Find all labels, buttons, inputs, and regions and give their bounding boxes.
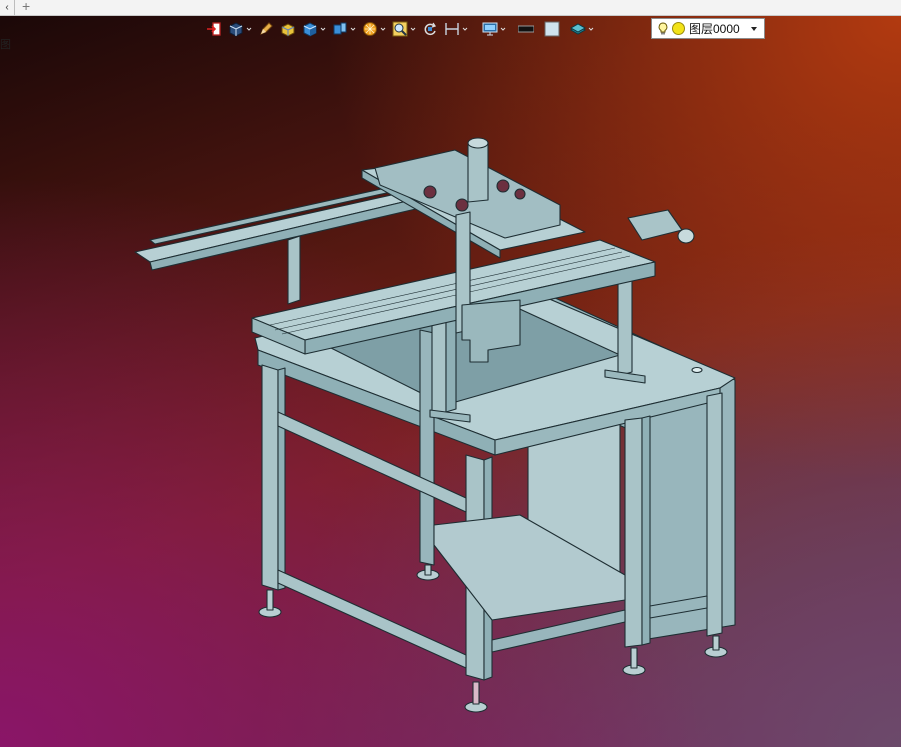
x-axis-motor	[627, 209, 683, 241]
gantry-post-left-back	[287, 235, 301, 305]
truss-hole-2	[455, 198, 469, 212]
left-linear-rail	[134, 191, 421, 263]
z-axis-motor-body	[467, 142, 489, 203]
3d-model-gantry-frame[interactable]	[0, 0, 901, 747]
front-left-leg	[261, 364, 279, 591]
truss-hole-4	[514, 188, 526, 200]
far-right-leg	[706, 392, 723, 637]
truss-hole-1	[423, 185, 437, 199]
z-axis-motor-cap	[467, 137, 489, 149]
truss-hole-3	[496, 179, 510, 193]
x-axis-motor-cap	[677, 228, 695, 244]
right-front-leg	[624, 417, 643, 648]
table-mount-hole	[691, 366, 703, 374]
front-bottom-rail	[277, 569, 467, 669]
